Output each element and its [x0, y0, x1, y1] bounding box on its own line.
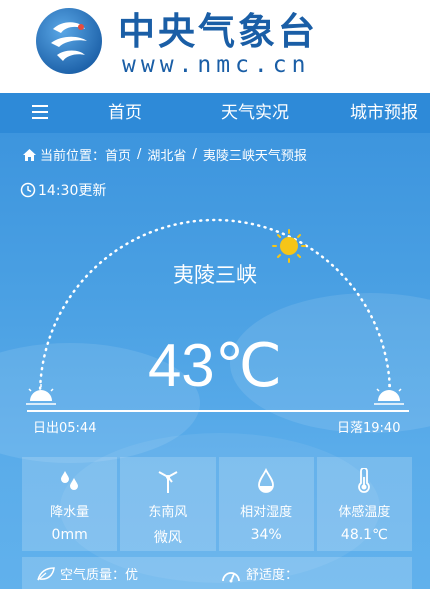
brand-title[interactable]: 中央气象台: [118, 10, 318, 54]
air-quality[interactable]: 空气质量：优: [36, 564, 138, 583]
weather-panel: 当前位置： 首页 / 湖北省 / 夷陵三峡天气预报 14:30更新 夷陵三峡 4…: [0, 133, 430, 589]
current-temperature: 43℃: [147, 332, 283, 399]
stat-feels-like: 体感温度 48.1℃: [316, 457, 412, 551]
main-navbar: 首页 天气实况 城市预报: [0, 93, 430, 133]
stat-value: 微风: [153, 530, 182, 546]
stat-label: 体感温度: [338, 505, 391, 520]
stat-wind: 东南风 微风: [120, 457, 216, 551]
comfort-text: 舒适度：: [246, 568, 299, 583]
stat-value: 48.1℃: [340, 527, 388, 543]
sunset-time: 日落19:40: [337, 421, 401, 436]
horizon-line: [27, 410, 409, 412]
droplets-icon: [60, 471, 78, 490]
stat-label: 相对湿度: [240, 505, 293, 520]
brand-url[interactable]: www.nmc.cn: [122, 52, 310, 78]
nav-item-city-forecast[interactable]: 城市预报: [350, 93, 418, 133]
site-header: 中央气象台 www.nmc.cn: [0, 0, 430, 93]
menu-icon[interactable]: [32, 105, 48, 119]
stat-label: 东南风: [148, 505, 188, 520]
stat-value: 34%: [250, 527, 282, 543]
comfort-level[interactable]: 舒适度：: [220, 564, 298, 583]
nav-item-home[interactable]: 首页: [108, 93, 142, 133]
nmc-logo-icon[interactable]: [35, 7, 103, 75]
gauge-icon: [222, 571, 240, 582]
air-quality-text: 空气质量：优: [60, 568, 139, 583]
stat-precipitation: 降水量 0mm: [22, 457, 118, 551]
nav-item-live-weather[interactable]: 天气实况: [221, 93, 289, 133]
leaf-icon: [37, 566, 55, 580]
stat-value: 0mm: [51, 527, 88, 543]
current-sun-icon: [272, 229, 306, 263]
wind-turbine-icon: [158, 471, 178, 493]
sunrise-time: 日出05:44: [33, 421, 97, 436]
stat-humidity: 相对湿度 34%: [218, 457, 314, 551]
thermometer-icon: [358, 468, 371, 493]
city-name: 夷陵三峡: [173, 263, 257, 287]
air-comfort-row: 空气质量：优 舒适度：: [22, 557, 412, 589]
weather-stats: 降水量 0mm 东南风 微风 相对湿度 34% 体感温度 48.1℃: [22, 457, 412, 551]
humidity-drop-icon: [258, 468, 275, 493]
stat-label: 降水量: [50, 505, 90, 520]
